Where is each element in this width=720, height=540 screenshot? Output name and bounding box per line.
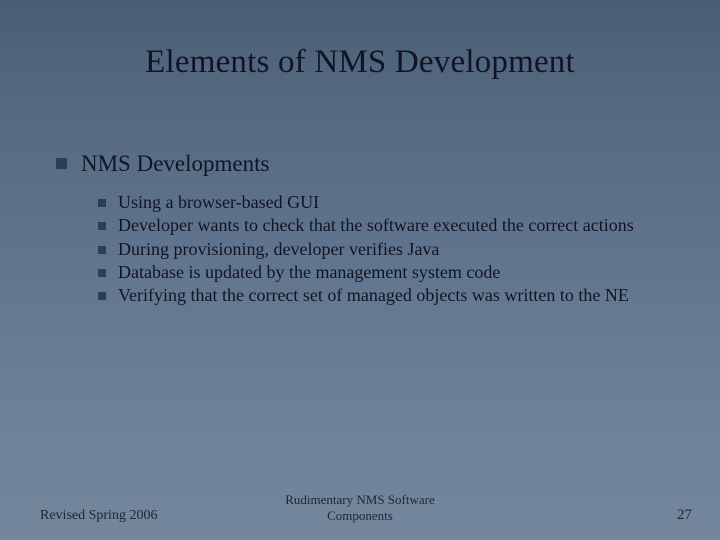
square-bullet-icon bbox=[56, 158, 67, 169]
footer-center-line2: Components bbox=[327, 508, 393, 523]
footer-center-text: Rudimentary NMS Software Components bbox=[0, 492, 720, 523]
square-bullet-icon bbox=[98, 222, 106, 230]
bullet-text: Verifying that the correct set of manage… bbox=[118, 284, 629, 307]
page-number: 27 bbox=[677, 507, 692, 524]
slide-title: Elements of NMS Development bbox=[0, 44, 720, 81]
list-item: Developer wants to check that the softwa… bbox=[98, 214, 680, 237]
slide-body: NMS Developments Using a browser-based G… bbox=[56, 150, 680, 308]
bullet-text: Database is updated by the management sy… bbox=[118, 261, 500, 284]
level1-text: NMS Developments bbox=[81, 150, 269, 179]
bullet-text: Using a browser-based GUI bbox=[118, 191, 319, 214]
sublist: Using a browser-based GUI Developer want… bbox=[98, 191, 680, 308]
square-bullet-icon bbox=[98, 292, 106, 300]
slide: Elements of NMS Development NMS Developm… bbox=[0, 0, 720, 540]
square-bullet-icon bbox=[98, 199, 106, 207]
list-item: Database is updated by the management sy… bbox=[98, 261, 680, 284]
list-item: Using a browser-based GUI bbox=[98, 191, 680, 214]
bullet-text: During provisioning, developer verifies … bbox=[118, 238, 439, 261]
square-bullet-icon bbox=[98, 246, 106, 254]
list-item: Verifying that the correct set of manage… bbox=[98, 284, 680, 307]
list-item: During provisioning, developer verifies … bbox=[98, 238, 680, 261]
bullet-text: Developer wants to check that the softwa… bbox=[118, 214, 634, 237]
list-item: NMS Developments bbox=[56, 150, 680, 179]
square-bullet-icon bbox=[98, 269, 106, 277]
footer-center-line1: Rudimentary NMS Software bbox=[285, 492, 434, 507]
slide-footer: Revised Spring 2006 Rudimentary NMS Soft… bbox=[0, 492, 720, 526]
